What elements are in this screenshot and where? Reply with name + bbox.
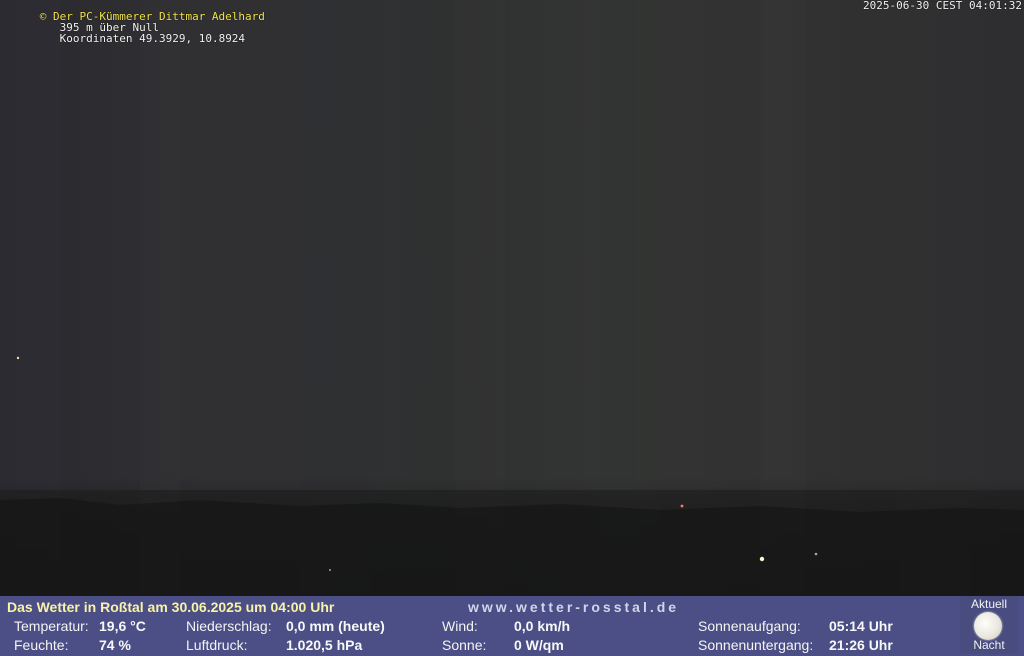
light-speck xyxy=(16,356,20,360)
night-sky-webcam-image xyxy=(0,0,1024,596)
wind-label: Wind: xyxy=(442,618,478,634)
sunrise-label: Sonnenaufgang: xyxy=(698,618,801,634)
humidity-label: Feuchte: xyxy=(14,637,69,653)
sun-label: Sonne: xyxy=(442,637,487,653)
website-link[interactable]: www.wetter-rosstal.de xyxy=(468,598,679,616)
webcam-page: © Der PC-Kümmerer Dittmar Adelhard 395 m… xyxy=(0,0,1024,656)
moon-phase-box: Aktuell Nacht xyxy=(960,596,1018,654)
pressure-label: Luftdruck: xyxy=(186,637,248,653)
moon-bottom-label: Nacht xyxy=(973,638,1005,652)
overlay-caption: © Der PC-Kümmerer Dittmar Adelhard 395 m… xyxy=(0,0,1024,44)
wind-value: 0,0 km/h xyxy=(514,618,571,634)
sunset-value: 21:26 Uhr xyxy=(829,637,893,653)
camera-scene xyxy=(0,0,1024,596)
light-speck xyxy=(680,504,684,508)
full-moon-icon xyxy=(974,612,1002,640)
overlay-left: © Der PC-Kümmerer Dittmar Adelhard 395 m… xyxy=(0,0,265,55)
timestamp-text: 2025-06-30 CEST 04:01:32 xyxy=(863,0,1022,12)
sun-value: 0 W/qm xyxy=(514,637,564,653)
humidity-value: 74 % xyxy=(99,637,131,653)
coordinates-text: Koordinaten 49.3929, 10.8924 xyxy=(59,32,246,45)
temperature-label: Temperatur: xyxy=(14,618,89,634)
temperature-value: 19,6 °C xyxy=(99,618,146,634)
treeline-silhouette xyxy=(0,498,1024,596)
sunrise-value: 05:14 Uhr xyxy=(829,618,893,634)
light-speck xyxy=(814,552,818,556)
precip-label: Niederschlag: xyxy=(186,618,272,634)
light-speck xyxy=(759,556,765,562)
moon-top-label: Aktuell xyxy=(970,597,1008,611)
pressure-value: 1.020,5 hPa xyxy=(286,637,363,653)
precip-value: 0,0 mm (heute) xyxy=(286,618,385,634)
light-speck xyxy=(328,568,332,572)
weather-bar: Das Wetter in Roßtal am 30.06.2025 um 04… xyxy=(0,596,1024,656)
weather-headline: Das Wetter in Roßtal am 30.06.2025 um 04… xyxy=(7,599,335,615)
sunset-label: Sonnenuntergang: xyxy=(698,637,814,653)
